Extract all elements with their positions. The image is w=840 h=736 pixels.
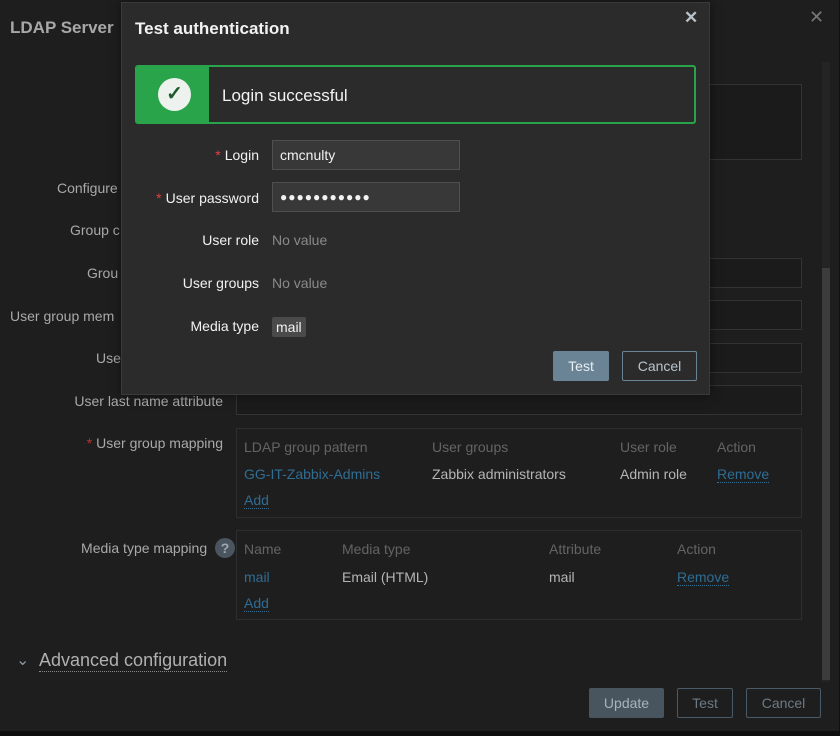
group-pattern-link[interactable]: GG-IT-Zabbix-Admins xyxy=(244,466,380,482)
password-label: * User password xyxy=(156,190,259,206)
attribute-value: mail xyxy=(549,569,575,585)
add-link[interactable]: Add xyxy=(244,492,269,509)
test-button[interactable]: Test xyxy=(677,688,733,718)
test-authentication-modal: Test authentication ✕ ✓ Login successful… xyxy=(121,2,710,395)
label-media-type-mapping: Media type mapping ? xyxy=(81,538,235,558)
media-type-chip: mail xyxy=(272,317,306,337)
media-type-label: Media type xyxy=(190,318,259,334)
chevron-down-icon[interactable]: ⌄ xyxy=(16,650,29,670)
media-type-value: Email (HTML) xyxy=(342,569,429,585)
user-role-value: Admin role xyxy=(620,466,687,482)
close-icon[interactable]: ✕ xyxy=(684,8,698,28)
label-last-name: User last name attribute xyxy=(74,393,223,409)
modal-title: Test authentication xyxy=(135,19,290,38)
user-role-label: User role xyxy=(202,232,259,248)
col-header: User role xyxy=(620,439,677,455)
col-header: Action xyxy=(677,541,716,557)
col-header: Action xyxy=(717,439,756,455)
help-icon[interactable]: ? xyxy=(215,538,235,558)
success-message: ✓ Login successful xyxy=(135,65,696,124)
login-input[interactable]: cmcnulty xyxy=(272,140,460,170)
password-input[interactable]: ●●●●●●●●●●● xyxy=(272,182,460,212)
user-groups-label: User groups xyxy=(182,275,259,291)
advanced-configuration-toggle[interactable]: Advanced configuration xyxy=(39,650,228,672)
user-group-mapping-table: LDAP group pattern User groups User role… xyxy=(236,428,802,518)
scrollbar-thumb[interactable] xyxy=(822,268,830,680)
col-header: LDAP group pattern xyxy=(244,439,368,455)
add-link[interactable]: Add xyxy=(244,595,269,612)
media-type-mapping-table: Name Media type Attribute Action mail Em… xyxy=(236,530,802,620)
login-label: * Login xyxy=(215,147,259,163)
success-icon-area: ✓ xyxy=(137,67,209,122)
label-group-c: Group c xyxy=(70,222,120,238)
scrollbar[interactable] xyxy=(822,62,830,682)
label-group: Grou xyxy=(87,265,119,281)
user-groups-value: Zabbix administrators xyxy=(432,466,566,482)
test-button[interactable]: Test xyxy=(553,351,609,381)
label-user: Use xyxy=(96,350,121,366)
col-header: Media type xyxy=(342,541,411,557)
user-groups-value: No value xyxy=(272,275,328,291)
col-header: Attribute xyxy=(549,541,602,557)
user-role-value: No value xyxy=(272,232,328,248)
update-button[interactable]: Update xyxy=(589,688,664,718)
col-header: User groups xyxy=(432,439,509,455)
label-user-group-mapping: * User group mapping xyxy=(86,435,223,451)
dialog-title: LDAP Server xyxy=(10,18,114,37)
remove-link[interactable]: Remove xyxy=(677,569,730,586)
cancel-button[interactable]: Cancel xyxy=(622,351,697,381)
cancel-button[interactable]: Cancel xyxy=(746,688,821,718)
col-header: Name xyxy=(244,541,282,557)
success-text: Login successful xyxy=(222,86,348,105)
media-name-link[interactable]: mail xyxy=(244,569,270,585)
close-icon[interactable]: ✕ xyxy=(809,7,824,28)
remove-link[interactable]: Remove xyxy=(717,466,770,483)
check-circle-icon: ✓ xyxy=(158,78,191,111)
label-user-group-membership: User group mem xyxy=(10,308,115,324)
label-configured: Configure xyxy=(57,180,118,196)
